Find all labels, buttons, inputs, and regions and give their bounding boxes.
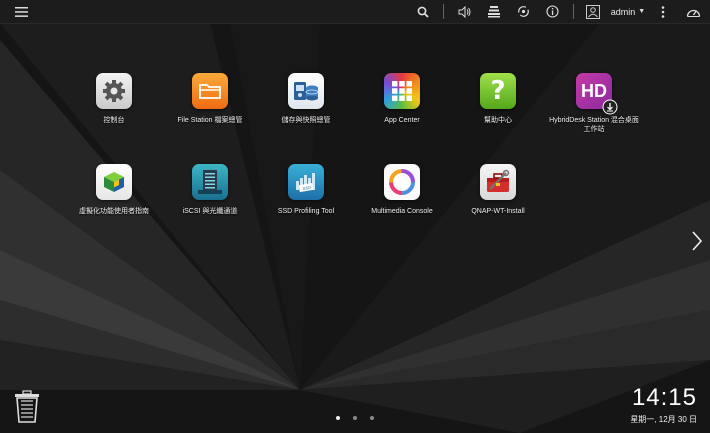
username-label: admin: [610, 6, 636, 17]
app-label: 控制台: [103, 117, 125, 124]
app-label: HybridDesk Station 混合桌面工作站: [549, 117, 639, 133]
app-label: QNAP-WT-Install: [471, 208, 525, 215]
user-icon[interactable]: [582, 0, 604, 23]
chevron-down-icon: ▼: [638, 8, 646, 15]
app-help-center[interactable]: ? 幫助中心: [453, 73, 543, 125]
app-label: iSCSI 與光纖通道: [182, 208, 238, 215]
clock-date: 星期一, 12月 30 日: [630, 415, 697, 424]
page-dot-1[interactable]: [336, 416, 340, 420]
app-hybriddesk-station[interactable]: HD HybridDesk Station 混合桌面工作站: [549, 73, 639, 134]
app-file-station[interactable]: File Station 檔案總管: [165, 73, 255, 125]
app-app-center[interactable]: App Center: [357, 73, 447, 125]
tasks-icon[interactable]: [484, 0, 504, 23]
toolbar-separator: [443, 4, 444, 19]
app-label: App Center: [384, 117, 420, 124]
app-virtualization-guide[interactable]: 虛擬化功能使用者指南: [69, 164, 159, 216]
desktop-wallpaper: [0, 0, 710, 433]
recycle-bin-icon[interactable]: [13, 390, 41, 424]
app-label: Multimedia Console: [371, 208, 433, 215]
page-dot-3[interactable]: [370, 416, 374, 420]
folder-icon: [192, 73, 228, 109]
storage-icon: [288, 73, 324, 109]
app-label: 儲存與快照總管: [281, 117, 331, 124]
app-label: SSD Profiling Tool: [277, 208, 335, 215]
app-label: File Station 檔案總管: [177, 117, 243, 124]
hybriddesk-icon: HD: [576, 73, 618, 115]
toolbox-icon: [480, 164, 516, 200]
help-icon: ?: [480, 73, 516, 109]
options-icon[interactable]: [655, 0, 671, 23]
sync-icon[interactable]: [512, 0, 534, 23]
download-icon: [602, 99, 618, 115]
ssd-icon: SSD: [288, 164, 324, 200]
app-storage-snapshots[interactable]: 儲存與快照總管: [261, 73, 351, 125]
menu-icon[interactable]: [10, 0, 32, 23]
multimedia-icon: [384, 164, 420, 200]
volume-icon[interactable]: [454, 0, 476, 23]
search-icon[interactable]: [413, 0, 433, 23]
app-control-panel[interactable]: 控制台: [69, 73, 159, 125]
dashboard-icon[interactable]: [682, 0, 704, 23]
top-toolbar: admin ▼: [0, 0, 710, 24]
next-page-arrow-icon[interactable]: [686, 228, 708, 254]
app-ssd-profiling-tool[interactable]: SSD SSD Profiling Tool: [261, 164, 351, 216]
app-grid-icon: [384, 73, 420, 109]
app-label: 虛擬化功能使用者指南: [79, 208, 149, 215]
virtualization-icon: [96, 164, 132, 200]
user-menu[interactable]: admin ▼: [608, 0, 648, 23]
clock-time: 14:15: [631, 384, 697, 411]
info-icon[interactable]: [541, 0, 563, 23]
iscsi-icon: [192, 164, 228, 200]
app-label: 幫助中心: [484, 117, 512, 124]
page-indicator: [330, 414, 380, 424]
toolbar-separator: [573, 4, 574, 19]
app-multimedia-console[interactable]: Multimedia Console: [357, 164, 447, 216]
desktop-clock: 14:15 星期一, 12月 30 日: [630, 385, 697, 425]
control-panel-icon: [96, 73, 132, 109]
app-iscsi-fibre-channel[interactable]: iSCSI 與光纖通道: [165, 164, 255, 216]
app-qnap-wt-install[interactable]: QNAP-WT-Install: [453, 164, 543, 216]
page-dot-2[interactable]: [353, 416, 357, 420]
